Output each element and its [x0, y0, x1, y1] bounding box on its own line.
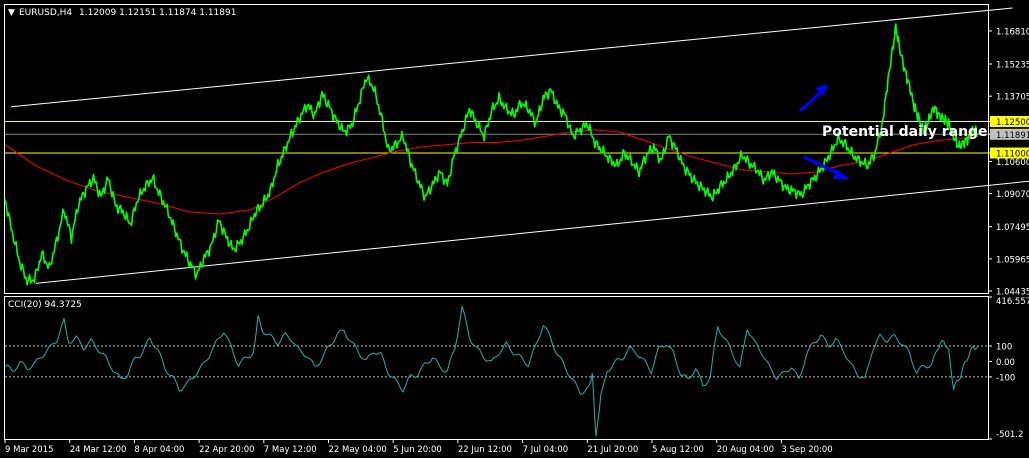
x-tick-label: 5 Jun 20:00 [393, 445, 442, 455]
x-tick-label: 22 Apr 20:00 [199, 445, 254, 455]
x-tick-label: 24 Mar 12:00 [70, 445, 127, 455]
ohlc-values: 1.12009 1.12151 1.11874 1.11891 [79, 8, 236, 18]
y-tick-label: 1.12500 [996, 118, 1029, 128]
potential-range-annotation: Potential daily range [822, 124, 988, 140]
y-tick-label: 1.15235 [996, 61, 1029, 71]
y-tick-label: 1.16810 [996, 27, 1029, 37]
channel-lower-line [35, 180, 1029, 284]
time-x-axis: 9 Mar 2015 24 Mar 12:00 8 Apr 04:00 22 Apr … [4, 439, 833, 455]
y-tick-label: 1.10600 [996, 158, 1029, 168]
y-tick-label: 1.07495 [996, 223, 1029, 233]
cci-y-tick-label: 416.557 [996, 297, 1029, 307]
cci-label: CCI(20) 94.3725 [8, 300, 82, 310]
price-series [4, 23, 979, 286]
x-tick-label: 22 Jun 12:00 [458, 445, 512, 455]
y-tick-label: 1.09070 [996, 190, 1029, 200]
x-tick-label: 7 May 12:00 [264, 445, 317, 455]
cci-y-tick-label: -501.2 [996, 430, 1023, 440]
symbol-label: EURUSD,H4 [19, 8, 72, 18]
cci-y-tick-label: 100 [996, 342, 1012, 352]
x-tick-label: 9 Mar 2015 [5, 445, 53, 455]
y-tick-label: 1.11891 [996, 131, 1029, 141]
x-tick-label: 20 Aug 04:00 [717, 445, 774, 455]
up-arrow-icon [798, 84, 828, 113]
cci-y-axis: 416.557 100 0.00 -100 -501.2 [988, 296, 1029, 440]
header-triangle[interactable]: ▼ [8, 8, 15, 18]
price-line [4, 23, 979, 286]
cci-y-tick-label: 0.00 [996, 358, 1015, 368]
cci-panel-frame [4, 296, 989, 440]
cci-y-tick-label: -100 [996, 373, 1015, 383]
price-y-axis: 1.168101.152351.137051.125001.118911.110… [988, 27, 1029, 298]
channel-upper-line [11, 7, 1013, 108]
x-tick-label: 22 May 04:00 [329, 445, 387, 455]
price-panel-frame [4, 4, 989, 294]
y-tick-label: 1.13705 [996, 93, 1029, 103]
x-tick-label: 5 Aug 12:00 [652, 445, 704, 455]
cci-series [4, 305, 988, 437]
cci-line [4, 305, 979, 437]
chart-canvas: 1.168101.152351.137051.125001.118911.110… [4, 4, 1029, 455]
y-tick-label: 1.05965 [996, 255, 1029, 265]
y-tick-label: 1.04435 [996, 288, 1029, 298]
x-tick-label: 3 Sep 20:00 [781, 445, 832, 455]
x-tick-label: 7 Jul 04:00 [523, 445, 569, 455]
x-tick-label: 8 Apr 04:00 [134, 445, 184, 455]
x-tick-label: 21 Jul 20:00 [587, 445, 638, 455]
